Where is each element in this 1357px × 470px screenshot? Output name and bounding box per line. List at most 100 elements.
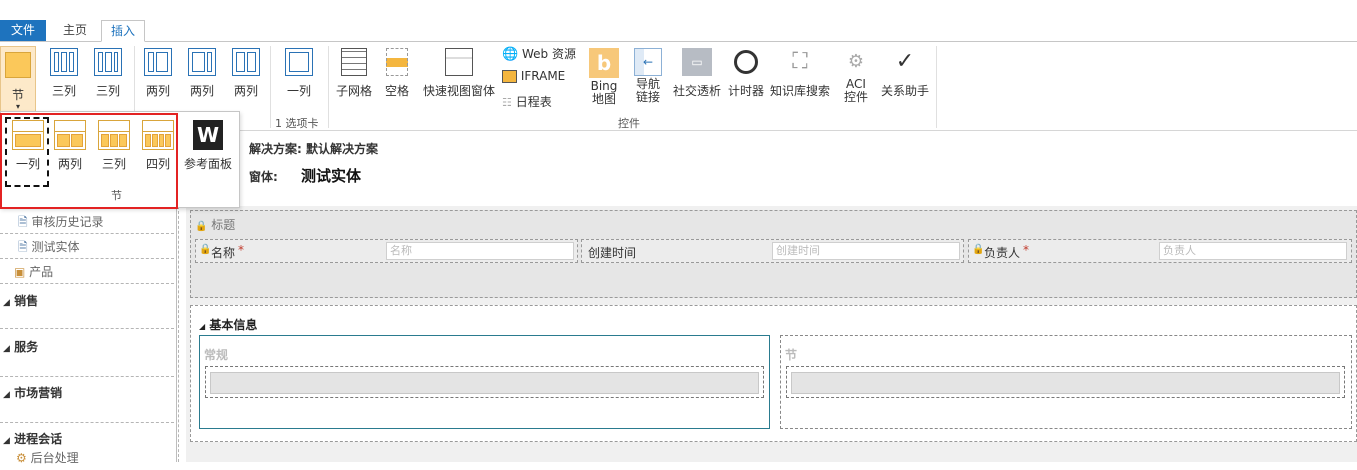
section-field-slot[interactable]	[205, 366, 764, 398]
three-column-tab-button-2[interactable]: 三列	[88, 48, 128, 99]
social-pane-button[interactable]: ▭ 社交透析	[672, 48, 722, 99]
globe-icon: 🌐	[502, 47, 519, 62]
section-new[interactable]: 节	[780, 335, 1352, 429]
one-column-icon	[285, 48, 313, 76]
one-column-tab-button[interactable]: 一列	[279, 48, 319, 99]
quick-view-form-button[interactable]: 快速视图窗体	[420, 48, 498, 99]
three-column-icon	[50, 48, 78, 76]
solution-label: 解决方案: 默认解决方案	[249, 142, 378, 156]
field-label: 创建时间	[588, 246, 637, 260]
two-column-tab-button-3[interactable]: 两列	[226, 48, 266, 99]
aci-control-button[interactable]: ⚙ ACI 控件	[836, 48, 876, 104]
required-marker: *	[1023, 243, 1029, 257]
name-input[interactable]: 名称	[386, 242, 574, 260]
button-label: 地图	[591, 92, 616, 106]
knowledge-search-icon: ⛶	[792, 49, 808, 74]
button-label: 快速视图窗体	[422, 84, 495, 98]
form-label: 窗体:	[249, 170, 278, 184]
ribbon-separator	[328, 46, 329, 128]
product-icon: ▣	[14, 265, 26, 279]
reference-panel-option[interactable]: W 参考面板	[181, 120, 235, 172]
two-column-tab-button-1[interactable]: 两列	[138, 48, 178, 99]
reference-panel-icon: W	[193, 120, 223, 150]
nav-item-label: 后台处理	[30, 451, 79, 465]
button-label: 两列	[145, 84, 170, 98]
nav-group-service[interactable]: ◢ 服务	[0, 338, 174, 355]
timeline-button[interactable]: ☷ 日程表	[502, 93, 552, 110]
expand-triangle-icon: ◢	[3, 436, 10, 446]
ribbon-separator	[936, 46, 937, 128]
required-marker: *	[238, 243, 244, 257]
nav-item-test-entity[interactable]: 🗎 测试实体	[0, 235, 174, 259]
relationship-assistant-icon: ✓	[895, 49, 915, 74]
bing-map-icon: b	[589, 48, 619, 78]
timer-icon	[734, 50, 758, 74]
spacer-button[interactable]: 空格	[380, 48, 414, 99]
controls-group-label: 控件	[618, 117, 640, 130]
option-label: 参考面板	[183, 157, 232, 171]
nav-item-product[interactable]: ▣ 产品	[0, 260, 174, 284]
button-label: 社交透析	[672, 84, 721, 98]
two-column-icon	[188, 48, 216, 76]
lock-icon: 🔒	[195, 221, 208, 232]
audit-icon: 🗎	[18, 215, 28, 229]
nav-item-label: 产品	[29, 265, 54, 279]
button-label: 子网格	[335, 84, 372, 98]
section-icon	[5, 52, 31, 78]
button-label: Web 资源	[522, 47, 576, 61]
expand-triangle-icon: ◢	[3, 298, 10, 308]
iframe-button[interactable]: IFRAME	[502, 69, 565, 83]
lock-icon: 🔒	[972, 244, 985, 255]
web-resource-button[interactable]: 🌐 Web 资源	[502, 45, 576, 62]
nav-group-sales[interactable]: ◢ 销售	[0, 292, 174, 309]
navigation-link-button[interactable]: ← 导航 链接	[628, 48, 668, 104]
bing-map-button[interactable]: b Bing 地图	[584, 48, 624, 106]
tab-insert[interactable]: 插入	[101, 20, 145, 42]
field-placeholder	[791, 372, 1340, 394]
left-navigation: 🗎 审核历史记录 🗎 测试实体 ▣ 产品 ◢ 销售 ◢ 服务 ◢ 市场营销 ◢ …	[0, 206, 177, 465]
section-button-label: 节	[11, 88, 24, 102]
nav-group-process-sessions[interactable]: ◢ 进程会话	[0, 430, 174, 447]
quick-view-icon	[445, 48, 473, 76]
tab-file[interactable]: 文件	[0, 20, 46, 41]
button-label: 三列	[51, 84, 76, 98]
entity-icon: 🗎	[18, 240, 28, 254]
header-title: 🔒 标题	[195, 216, 235, 233]
timer-button[interactable]: 计时器	[726, 48, 766, 99]
nav-group-label: 进程会话	[14, 432, 63, 446]
two-column-icon	[232, 48, 260, 76]
timeline-icon: ☷	[502, 96, 512, 109]
section-field-slot[interactable]	[786, 366, 1345, 398]
nav-link-icon: ←	[634, 48, 662, 76]
owner-input[interactable]: 负责人	[1159, 242, 1347, 260]
nav-group-label: 服务	[14, 340, 39, 354]
nav-item-label: 审核历史记录	[31, 215, 104, 229]
section-button[interactable]: 节 ▾	[0, 46, 36, 114]
expand-triangle-icon: ◢	[3, 390, 10, 400]
expand-triangle-icon: ◢	[3, 344, 10, 354]
field-owner[interactable]: 🔒 负责人 * 负责人	[968, 239, 1352, 263]
two-column-tab-button-2[interactable]: 两列	[182, 48, 222, 99]
nav-group-body	[0, 308, 174, 329]
nav-item-audit-history[interactable]: 🗎 审核历史记录	[0, 210, 174, 234]
tab-home[interactable]: 主页	[52, 20, 98, 41]
section-label: 常规	[204, 348, 229, 362]
knowledge-search-button[interactable]: ⛶ 知识库搜索	[768, 48, 832, 99]
button-label: 两列	[189, 84, 214, 98]
background-process-icon: ⚙	[16, 451, 27, 465]
three-column-tab-button-1[interactable]: 三列	[44, 48, 84, 99]
spacer-icon	[386, 48, 408, 76]
form-tab-general[interactable]: ◢ 基本信息 常规 节	[190, 305, 1357, 442]
button-label: 日程表	[515, 95, 552, 109]
subgrid-button[interactable]: 子网格	[334, 48, 374, 99]
field-created-on[interactable]: 创建时间 创建时间	[581, 239, 964, 263]
created-on-input[interactable]: 创建时间	[772, 242, 960, 260]
nav-item-background-processing[interactable]: ⚙ 后台处理	[0, 446, 174, 470]
aci-icon: ⚙	[847, 51, 865, 72]
nav-group-label: 市场营销	[14, 386, 63, 400]
section-general[interactable]: 常规	[199, 335, 770, 429]
button-label: 三列	[95, 84, 120, 98]
nav-group-marketing[interactable]: ◢ 市场营销	[0, 384, 174, 401]
field-name[interactable]: 🔒 名称 * 名称	[195, 239, 578, 263]
relationship-assistant-button[interactable]: ✓ 关系助手	[878, 48, 932, 99]
